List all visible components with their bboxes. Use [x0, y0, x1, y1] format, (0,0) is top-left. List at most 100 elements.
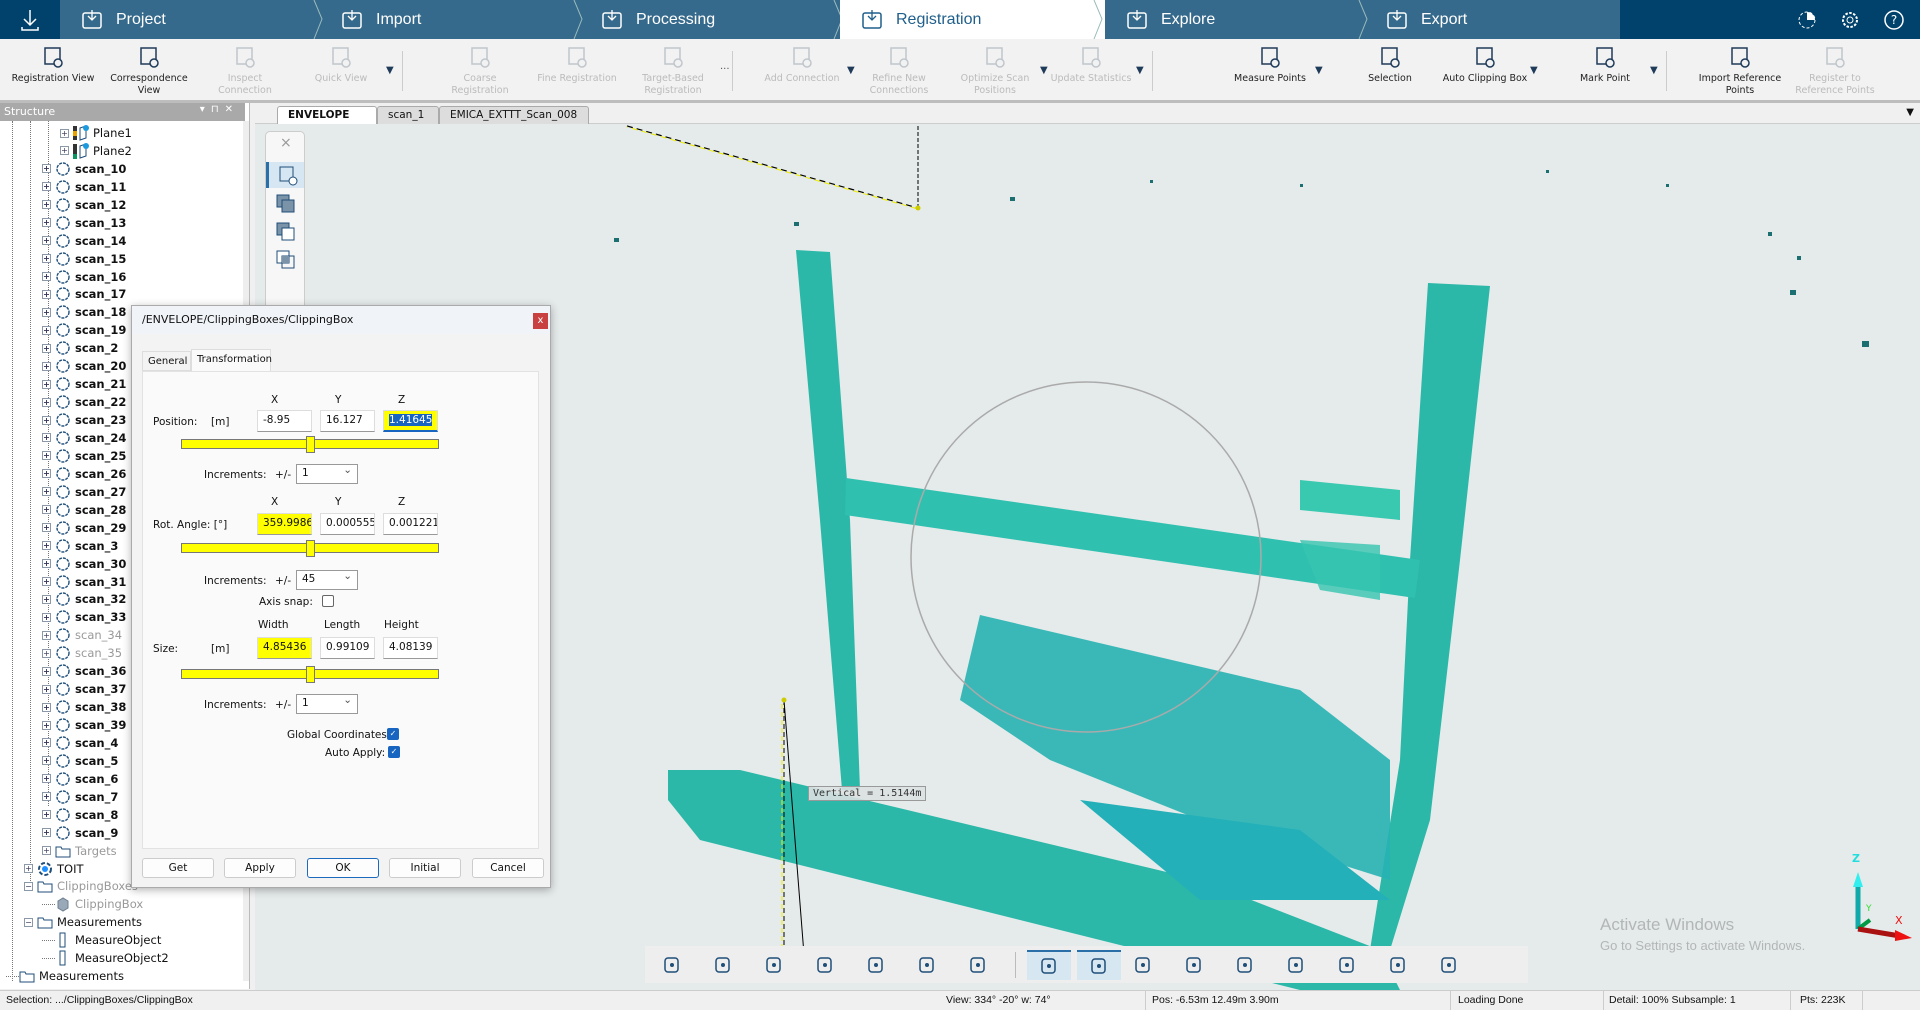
- tree-item-scan-28[interactable]: + scan_28: [42, 501, 126, 519]
- position-slider-thumb[interactable]: [306, 436, 315, 453]
- expand-icon[interactable]: +: [42, 774, 51, 784]
- expand-icon[interactable]: +: [42, 846, 51, 856]
- tab-transformation[interactable]: Transformation: [191, 349, 272, 371]
- tree-item-scan-27[interactable]: + scan_27: [42, 483, 126, 501]
- box-mesh-button[interactable]: [1230, 950, 1260, 980]
- expand-icon[interactable]: +: [42, 684, 51, 694]
- toolbar-mark-point-button[interactable]: Mark Point: [1560, 43, 1650, 85]
- expand-icon[interactable]: +: [42, 361, 51, 371]
- expand-icon[interactable]: +: [42, 505, 51, 515]
- dots-grid-button[interactable]: [1281, 950, 1311, 980]
- tree-item-plane1[interactable]: + Plane1: [60, 124, 132, 142]
- toolbar-fine-registration-button[interactable]: Fine Registration: [532, 43, 622, 85]
- toolbar-inspect-connection-button[interactable]: Inspect Connection: [200, 43, 290, 97]
- toolbar-registration-view-button[interactable]: Registration View: [8, 43, 98, 85]
- size-height-input[interactable]: 4.08139: [383, 637, 438, 659]
- tree-item-measurements[interactable]: − Measurements: [24, 913, 142, 931]
- dropdown-arrow-icon[interactable]: ▼: [1315, 65, 1323, 76]
- toolbar-add-connection-button[interactable]: Add Connection: [757, 43, 847, 85]
- toolbar-update-statistics-button[interactable]: Update Statistics: [1046, 43, 1136, 85]
- expand-icon[interactable]: +: [42, 469, 51, 479]
- toolbar-selection-button[interactable]: Selection: [1345, 43, 1435, 85]
- tree-item-scan-17[interactable]: + scan_17: [42, 285, 126, 303]
- tree-item-plane2[interactable]: + Plane2: [60, 142, 132, 160]
- tree-item-scan-10[interactable]: + scan_10: [42, 160, 126, 178]
- expand-icon[interactable]: +: [42, 164, 51, 174]
- nav-tab-import[interactable]: Import: [320, 0, 580, 39]
- tree-item-measureobject[interactable]: MeasureObject: [42, 931, 161, 949]
- expand-icon[interactable]: +: [42, 433, 51, 443]
- expand-icon[interactable]: +: [42, 702, 51, 712]
- expand-icon[interactable]: +: [60, 128, 69, 138]
- tree-item-scan-14[interactable]: + scan_14: [42, 232, 126, 250]
- cloud-display-button[interactable]: [1077, 950, 1121, 980]
- tree-item-scan-16[interactable]: + scan_16: [42, 268, 126, 286]
- walk-button[interactable]: [963, 950, 993, 980]
- expand-icon[interactable]: +: [42, 810, 51, 820]
- position-slider[interactable]: [181, 436, 439, 453]
- box-view-button[interactable]: [810, 950, 840, 980]
- tab-scan-1[interactable]: scan_1: [377, 106, 439, 124]
- zoom-button[interactable]: [759, 950, 789, 980]
- intersect-box-icon[interactable]: [276, 250, 296, 270]
- tree-item-scan-36[interactable]: + scan_36: [42, 662, 126, 680]
- size-increments-select[interactable]: 1: [296, 694, 358, 714]
- tree-item-scan-7[interactable]: + scan_7: [42, 788, 118, 806]
- tree-item-scan-31[interactable]: + scan_31: [42, 573, 126, 591]
- tree-item-targets[interactable]: + Targets: [42, 842, 117, 860]
- tree-item-measureobject2[interactable]: MeasureObject2: [42, 949, 169, 967]
- expand-icon[interactable]: +: [42, 541, 51, 551]
- tree-item-scan-38[interactable]: + scan_38: [42, 698, 126, 716]
- rotation-slider-thumb[interactable]: [306, 540, 315, 557]
- dropdown-arrow-icon[interactable]: ▼: [1136, 65, 1144, 76]
- help-icon[interactable]: ?: [1882, 8, 1906, 32]
- tree-item-scan-20[interactable]: + scan_20: [42, 357, 126, 375]
- tree-item-scan-5[interactable]: + scan_5: [42, 752, 118, 770]
- expand-icon[interactable]: +: [42, 756, 51, 766]
- rotate-button[interactable]: [861, 950, 891, 980]
- ok-button[interactable]: OK: [307, 858, 379, 878]
- clipping-box-display-button[interactable]: [1027, 950, 1071, 980]
- add-clipping-box-button[interactable]: [266, 162, 304, 188]
- undo-view-button[interactable]: [912, 950, 942, 980]
- tabs-dropdown-icon[interactable]: ▼: [1906, 107, 1914, 118]
- expand-icon[interactable]: +: [42, 415, 51, 425]
- expand-icon[interactable]: +: [42, 254, 51, 264]
- tree-item-scan-33[interactable]: + scan_33: [42, 608, 126, 626]
- rotation-z-input[interactable]: 0.001221: [383, 513, 438, 535]
- tree-item-scan-11[interactable]: + scan_11: [42, 178, 126, 196]
- auto-apply-checkbox[interactable]: ✓: [388, 746, 400, 758]
- expand-icon[interactable]: +: [42, 792, 51, 802]
- dots-sparse-button[interactable]: [1332, 950, 1362, 980]
- expand-icon[interactable]: +: [42, 182, 51, 192]
- tree-item-scan-23[interactable]: + scan_23: [42, 411, 126, 429]
- tree-item-scan-39[interactable]: + scan_39: [42, 716, 126, 734]
- toolbar-measure-points-button[interactable]: Measure Points: [1225, 43, 1315, 85]
- expand-icon[interactable]: +: [42, 559, 51, 569]
- position-increments-select[interactable]: 1: [296, 464, 358, 484]
- expand-icon[interactable]: +: [42, 630, 51, 640]
- tree-item-scan-18[interactable]: + scan_18: [42, 303, 126, 321]
- toolbar-correspondence-view-button[interactable]: Correspondence View: [104, 43, 194, 97]
- expand-icon[interactable]: +: [60, 146, 69, 156]
- tree-item-scan-21[interactable]: + scan_21: [42, 375, 126, 393]
- rotation-slider[interactable]: [181, 540, 439, 557]
- progress-icon[interactable]: [1795, 8, 1819, 32]
- dialog-close-button[interactable]: x: [533, 313, 548, 329]
- expand-icon[interactable]: +: [42, 594, 51, 604]
- collapse-icon[interactable]: −: [24, 881, 33, 891]
- tree-item-scan-2[interactable]: + scan_2: [42, 339, 118, 357]
- union-box-icon[interactable]: [276, 194, 296, 214]
- expand-icon[interactable]: +: [42, 307, 51, 317]
- nav-tab-registration[interactable]: Registration: [840, 0, 1105, 39]
- size-length-input[interactable]: 0.99109: [320, 637, 375, 659]
- expand-icon[interactable]: +: [42, 738, 51, 748]
- size-width-input[interactable]: 4.85436: [257, 637, 312, 659]
- nav-tab-processing[interactable]: Processing: [580, 0, 840, 39]
- expand-icon[interactable]: +: [42, 487, 51, 497]
- toolbar-target-based-registration-button[interactable]: Target-Based Registration: [628, 43, 718, 97]
- position-x-input[interactable]: -8.95: [257, 410, 312, 432]
- tree-item-clippingbox[interactable]: ClippingBox: [42, 895, 143, 913]
- tree-item-toit[interactable]: + TOIT: [24, 860, 84, 878]
- toolbar-import-reference-points-button[interactable]: Import Reference Points: [1695, 43, 1785, 97]
